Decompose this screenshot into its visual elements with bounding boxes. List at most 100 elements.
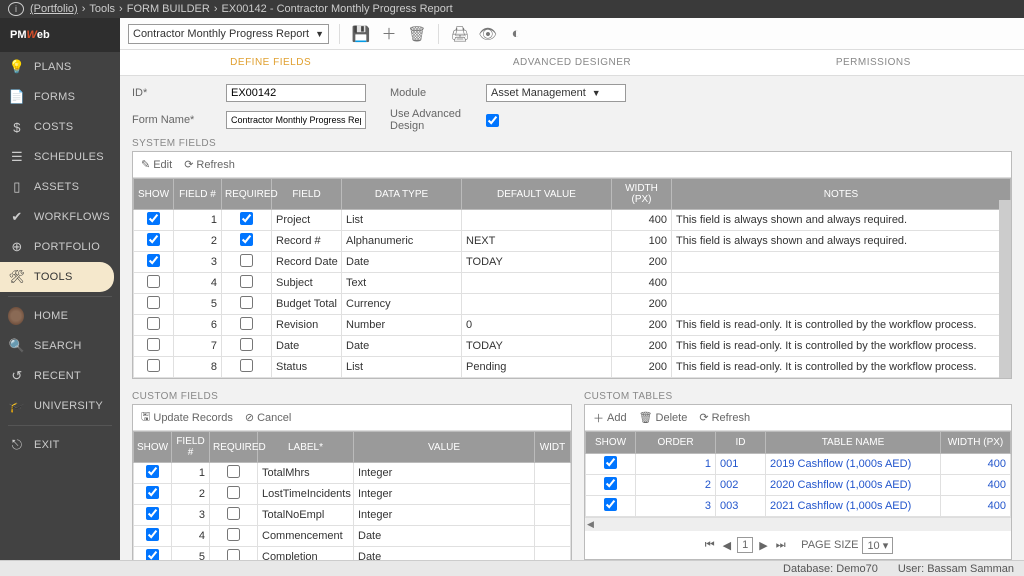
record-selector[interactable]: Contractor Monthly Progress Report ▼ <box>128 24 329 44</box>
show-checkbox[interactable] <box>146 528 159 541</box>
delete-icon[interactable]: 🗑 <box>406 23 428 45</box>
sidebar-item-forms[interactable]: 📄FORMS <box>0 82 120 112</box>
table-row[interactable]: 4 SubjectText400 <box>134 273 1011 294</box>
ct-pager-first[interactable]: ⏮ <box>703 539 717 552</box>
show-checkbox[interactable] <box>147 296 160 309</box>
show-checkbox[interactable] <box>146 549 159 560</box>
table-row[interactable]: 20022020 Cashflow (1,000s AED)400 <box>586 475 1011 496</box>
column-header[interactable]: WIDT <box>535 432 571 463</box>
column-header[interactable]: VALUE <box>354 432 535 463</box>
required-checkbox[interactable] <box>227 528 240 541</box>
sys-vscrollbar[interactable] <box>999 200 1011 378</box>
add-icon[interactable]: ＋ <box>378 23 400 45</box>
show-checkbox[interactable] <box>147 212 160 225</box>
ct-pager-last[interactable]: ⏭ <box>774 539 788 552</box>
column-header[interactable]: SHOW <box>134 179 174 210</box>
ct-pager-next[interactable]: ▶ <box>757 539 769 552</box>
sidebar-item-university[interactable]: 🎓UNIVERSITY <box>0 391 120 421</box>
column-header[interactable]: ID <box>716 432 766 454</box>
table-row[interactable]: 7 DateDateTODAY200This field is read-onl… <box>134 336 1011 357</box>
table-row[interactable]: 2 LostTimeIncidentsInteger <box>134 484 571 505</box>
table-row[interactable]: 3 Record DateDateTODAY200 <box>134 252 1011 273</box>
show-checkbox[interactable] <box>146 486 159 499</box>
table-row[interactable]: 1 ProjectList400This field is always sho… <box>134 210 1011 231</box>
advdesign-checkbox[interactable] <box>486 114 499 127</box>
required-checkbox[interactable] <box>227 465 240 478</box>
sidebar-item-exit[interactable]: ⎋EXIT <box>0 430 120 460</box>
ct-pager-page[interactable]: 1 <box>737 537 753 553</box>
show-checkbox[interactable] <box>146 507 159 520</box>
required-checkbox[interactable] <box>240 359 253 372</box>
save-icon[interactable]: 💾 <box>350 23 372 45</box>
show-checkbox[interactable] <box>147 254 160 267</box>
column-header[interactable]: LABEL* <box>258 432 354 463</box>
sidebar-item-assets[interactable]: ▯ASSETS <box>0 172 120 202</box>
sidebar-item-search[interactable]: 🔍SEARCH <box>0 331 120 361</box>
required-checkbox[interactable] <box>240 296 253 309</box>
table-row[interactable]: 3 TotalNoEmplInteger <box>134 505 571 526</box>
id-field[interactable] <box>226 84 366 102</box>
table-row[interactable]: 6 RevisionNumber0200This field is read-o… <box>134 315 1011 336</box>
column-header[interactable]: NOTES <box>672 179 1011 210</box>
required-checkbox[interactable] <box>240 254 253 267</box>
required-checkbox[interactable] <box>240 233 253 246</box>
show-checkbox[interactable] <box>604 477 617 490</box>
required-checkbox[interactable] <box>227 486 240 499</box>
show-checkbox[interactable] <box>147 338 160 351</box>
sidebar-item-schedules[interactable]: ☰SCHEDULES <box>0 142 120 172</box>
table-row[interactable]: 8 StatusListPending200This field is read… <box>134 357 1011 378</box>
column-header[interactable]: REQUIRED <box>210 432 258 463</box>
table-row[interactable]: 5 CompletionDate <box>134 547 571 561</box>
sidebar-item-portfolio[interactable]: ⊕PORTFOLIO <box>0 232 120 262</box>
column-header[interactable]: FIELD # <box>172 432 210 463</box>
toggle-icon[interactable]: ◐ <box>505 23 527 45</box>
required-checkbox[interactable] <box>227 507 240 520</box>
required-checkbox[interactable] <box>227 549 240 560</box>
tab-advanced-designer[interactable]: ADVANCED DESIGNER <box>421 50 722 75</box>
table-row[interactable]: 5 Budget TotalCurrency200 <box>134 294 1011 315</box>
table-row[interactable]: 2 Record #AlphanumericNEXT100This field … <box>134 231 1011 252</box>
ct-pagesize-select[interactable]: 10 ▾ <box>862 537 893 554</box>
required-checkbox[interactable] <box>240 338 253 351</box>
sys-refresh-button[interactable]: ⟳ Refresh <box>184 158 235 171</box>
formname-field[interactable] <box>226 111 366 129</box>
sidebar-item-tools[interactable]: 🛠TOOLS <box>0 262 114 292</box>
required-checkbox[interactable] <box>240 212 253 225</box>
ct-pager-prev[interactable]: ◀ <box>721 539 733 552</box>
column-header[interactable]: TABLE NAME <box>766 432 941 454</box>
sidebar-item-workflows[interactable]: ✔WORKFLOWS <box>0 202 120 232</box>
ct-refresh-button[interactable]: ⟳ Refresh <box>699 411 750 424</box>
column-header[interactable]: DATA TYPE <box>342 179 462 210</box>
show-checkbox[interactable] <box>604 456 617 469</box>
show-checkbox[interactable] <box>147 317 160 330</box>
tab-permissions[interactable]: PERMISSIONS <box>723 50 1024 75</box>
ct-hscrollbar[interactable]: ◀ <box>585 517 1011 531</box>
column-header[interactable]: FIELD <box>272 179 342 210</box>
column-header[interactable]: DEFAULT VALUE <box>462 179 612 210</box>
required-checkbox[interactable] <box>240 317 253 330</box>
show-checkbox[interactable] <box>147 359 160 372</box>
show-checkbox[interactable] <box>147 233 160 246</box>
column-header[interactable]: SHOW <box>586 432 636 454</box>
table-row[interactable]: 30032021 Cashflow (1,000s AED)400 <box>586 496 1011 517</box>
sidebar-item-recent[interactable]: ↺RECENT <box>0 361 120 391</box>
sidebar-item-home[interactable]: HOME <box>0 301 120 331</box>
show-checkbox[interactable] <box>147 275 160 288</box>
table-row[interactable]: 10012019 Cashflow (1,000s AED)400 <box>586 454 1011 475</box>
table-row[interactable]: 1 TotalMhrsInteger <box>134 463 571 484</box>
module-select[interactable]: Asset Management▼ <box>486 84 626 102</box>
show-checkbox[interactable] <box>146 465 159 478</box>
ct-add-button[interactable]: ＋Add <box>593 410 627 426</box>
breadcrumb-portfolio[interactable]: (Portfolio) <box>30 3 78 15</box>
cancel-button[interactable]: ⊘ Cancel <box>245 411 291 424</box>
sys-edit-button[interactable]: ✎ Edit <box>141 158 172 171</box>
column-header[interactable]: ORDER <box>636 432 716 454</box>
required-checkbox[interactable] <box>240 275 253 288</box>
sidebar-item-plans[interactable]: 💡PLANS <box>0 52 120 82</box>
column-header[interactable]: SHOW <box>134 432 172 463</box>
app-logo[interactable]: PMWeb <box>0 18 120 52</box>
info-icon[interactable]: i <box>8 2 24 16</box>
column-header[interactable]: FIELD # <box>174 179 222 210</box>
ct-delete-button[interactable]: 🗑 Delete <box>639 411 688 424</box>
tab-define-fields[interactable]: DEFINE FIELDS <box>120 50 421 75</box>
